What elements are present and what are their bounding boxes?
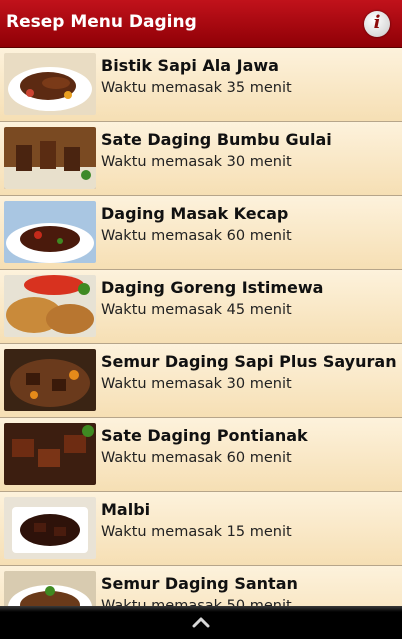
recipe-name: Sate Daging Pontianak [101,426,308,445]
recipe-thumbnail [4,497,96,559]
recipe-name: Daging Masak Kecap [101,204,289,223]
app-title: Resep Menu Daging [6,12,197,32]
recipe-time: Waktu memasak 60 menit [101,450,292,466]
recipe-name: Malbi [101,500,151,519]
list-item[interactable]: Daging Goreng Istimewa Waktu memasak 45 … [0,270,402,344]
recipe-thumbnail [4,127,96,189]
recipe-name: Sate Daging Bumbu Gulai [101,130,332,149]
recipe-thumbnail [4,571,96,606]
bottom-bar [0,606,402,639]
recipe-time: Waktu memasak 30 menit [101,154,292,170]
recipe-time: Waktu memasak 50 menit [101,598,292,606]
app-bar: Resep Menu Daging i [0,0,402,48]
recipe-thumbnail [4,423,96,485]
recipe-name: Daging Goreng Istimewa [101,278,324,297]
list-item[interactable]: Malbi Waktu memasak 15 menit [0,492,402,566]
chevron-up-icon[interactable] [191,616,211,628]
recipe-time: Waktu memasak 45 menit [101,302,292,318]
recipe-list: Bistik Sapi Ala Jawa Waktu memasak 35 me… [0,48,402,606]
recipe-name: Semur Daging Santan [101,574,298,593]
recipe-thumbnail [4,201,96,263]
list-item[interactable]: Sate Daging Bumbu Gulai Waktu memasak 30… [0,122,402,196]
list-item[interactable]: Semur Daging Sapi Plus Sayuran Waktu mem… [0,344,402,418]
recipe-thumbnail [4,275,96,337]
recipe-time: Waktu memasak 35 menit [101,80,292,96]
list-item[interactable]: Bistik Sapi Ala Jawa Waktu memasak 35 me… [0,48,402,122]
recipe-time: Waktu memasak 60 menit [101,228,292,244]
list-item[interactable]: Sate Daging Pontianak Waktu memasak 60 m… [0,418,402,492]
recipe-name: Bistik Sapi Ala Jawa [101,56,279,75]
recipe-name: Semur Daging Sapi Plus Sayuran [101,352,397,371]
list-item[interactable]: Daging Masak Kecap Waktu memasak 60 meni… [0,196,402,270]
info-icon[interactable]: i [364,11,390,37]
recipe-thumbnail [4,349,96,411]
recipe-thumbnail [4,53,96,115]
recipe-time: Waktu memasak 30 menit [101,376,292,392]
recipe-time: Waktu memasak 15 menit [101,524,292,540]
list-item[interactable]: Semur Daging Santan Waktu memasak 50 men… [0,566,402,606]
